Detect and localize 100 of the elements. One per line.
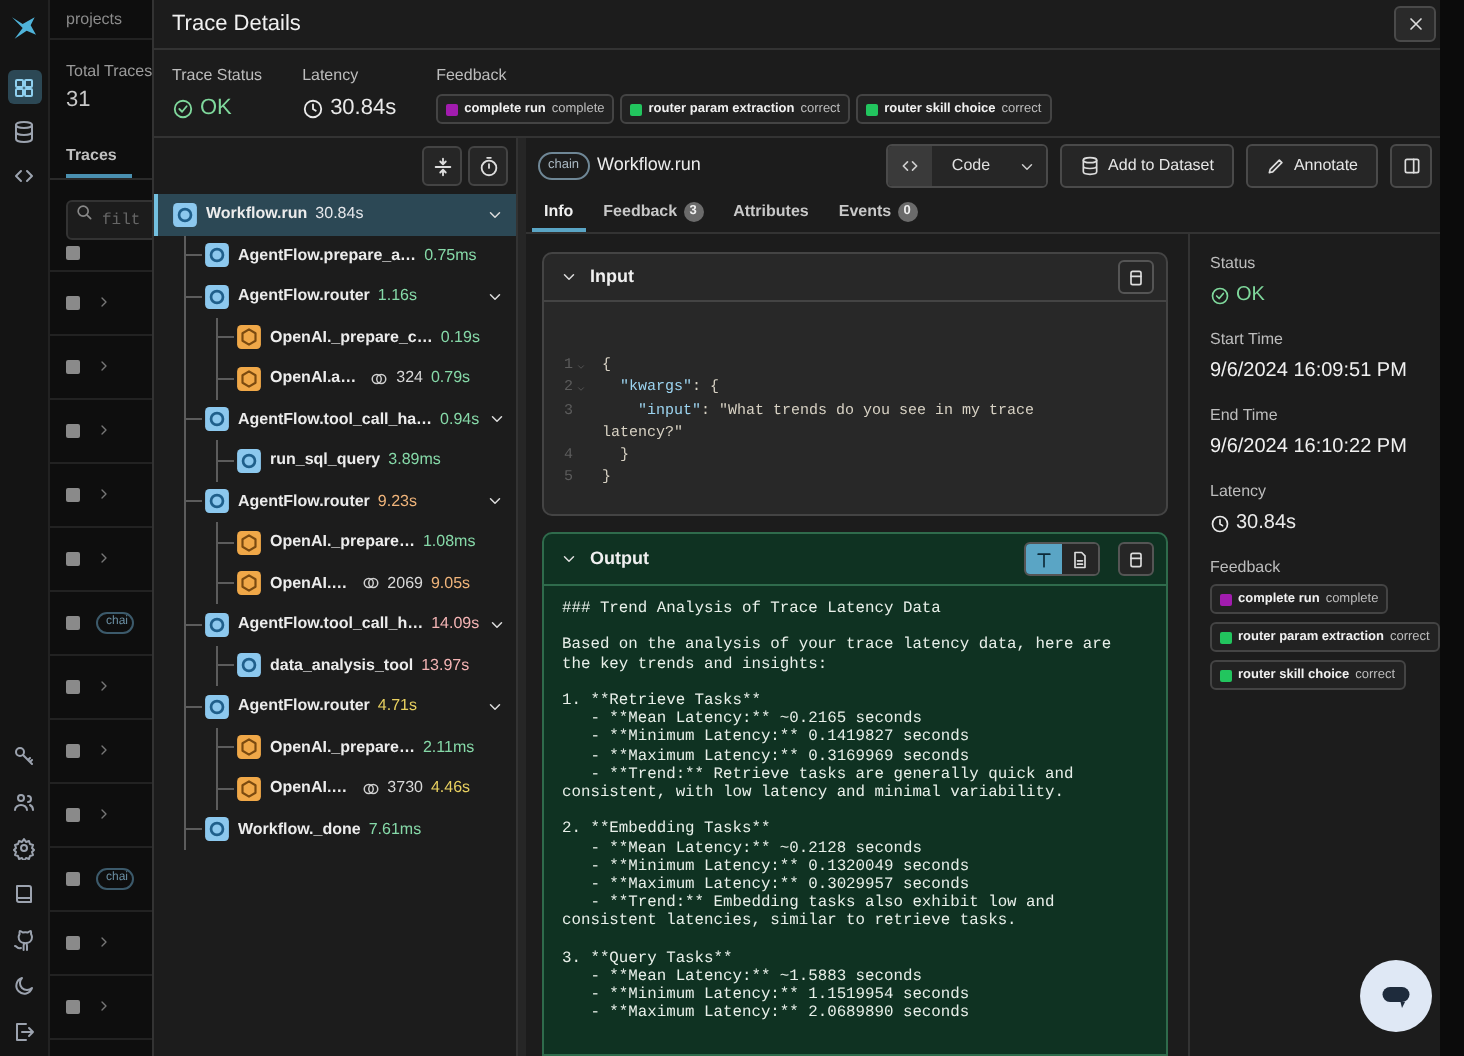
- book-icon[interactable]: [12, 882, 36, 906]
- chevron-right-icon[interactable]: [96, 742, 112, 758]
- clipboard-icon: [1126, 549, 1146, 569]
- chevron-right-icon[interactable]: [96, 294, 112, 310]
- span-tree-row[interactable]: AgentFlow.tool_call_h… 14.09s: [186, 604, 516, 645]
- status-label: Trace Status: [172, 64, 263, 88]
- span-tree-row[interactable]: AgentFlow.router 4.71s: [186, 686, 516, 727]
- span-latency: 9.05s: [430, 571, 471, 596]
- field-label: Latency: [1210, 480, 1269, 504]
- users-icon[interactable]: [12, 790, 36, 814]
- tab[interactable]: Info: [532, 194, 586, 232]
- span-name: OpenAI._prepare…: [270, 530, 415, 555]
- llm-span-icon: [236, 775, 262, 802]
- traces-tab[interactable]: Traces: [66, 143, 133, 177]
- collapse-button[interactable]: [422, 146, 462, 186]
- logout-icon[interactable]: [12, 1020, 36, 1044]
- grid-nav-button[interactable]: [7, 70, 41, 104]
- feedback-label: Feedback: [436, 64, 509, 88]
- chevron-down-icon[interactable]: [560, 550, 578, 568]
- span-tree-row[interactable]: OpenAI._prepare_c… 0.19s: [218, 317, 516, 358]
- chevron-right-icon[interactable]: [96, 550, 112, 566]
- span-name: Workflow.run: [206, 202, 308, 227]
- stopwatch-icon: [477, 155, 499, 177]
- checkbox[interactable]: [66, 871, 80, 885]
- span-latency: 9.23s: [377, 489, 417, 514]
- checkbox[interactable]: [66, 245, 80, 259]
- checkbox[interactable]: [66, 743, 80, 757]
- chevron-right-icon[interactable]: [96, 486, 112, 502]
- copy-button[interactable]: [1118, 260, 1154, 294]
- close-button[interactable]: [1394, 6, 1436, 42]
- span-tree-row[interactable]: OpenAI._prepare… 1.08ms: [218, 522, 516, 563]
- clock-icon: [302, 97, 325, 120]
- text-view-button[interactable]: [1026, 544, 1062, 574]
- checkbox[interactable]: [66, 935, 80, 949]
- checkbox[interactable]: [66, 679, 80, 693]
- token-count: 324: [396, 366, 423, 391]
- token-count-icon: [361, 779, 380, 798]
- span-tree-row[interactable]: AgentFlow.prepare_a… 0.75ms: [186, 235, 516, 276]
- span-tree-row[interactable]: Workflow.run 30.84s: [154, 194, 516, 235]
- grid-icon: [12, 75, 36, 99]
- span-tree-row[interactable]: OpenAI.… 3730 4.46s: [218, 768, 516, 809]
- span-tree-row[interactable]: AgentFlow.router 1.16s: [186, 276, 516, 317]
- span-tree-row[interactable]: OpenAI.… 2069 9.05s: [218, 563, 516, 604]
- span-tree-row[interactable]: AgentFlow.tool_call_ha… 0.94s: [186, 399, 516, 440]
- chain-span-icon: [204, 283, 230, 310]
- pencil-icon: [1265, 156, 1286, 176]
- span-tree-row[interactable]: AgentFlow.router 9.23s: [186, 481, 516, 522]
- document-view-button[interactable]: [1062, 544, 1098, 574]
- code-icon: [899, 156, 920, 176]
- chevron-right-icon[interactable]: [96, 358, 112, 374]
- chevron-right-icon[interactable]: [96, 934, 112, 950]
- database-icon: [1080, 156, 1101, 176]
- span-tree-row[interactable]: OpenAI._prepare… 2.11ms: [218, 727, 516, 768]
- section-title: Input: [590, 263, 634, 290]
- llm-span-icon: [236, 734, 262, 761]
- span-name: AgentFlow.router: [238, 489, 370, 514]
- span-tree-row[interactable]: run_sql_query 3.89ms: [218, 440, 516, 481]
- github-icon[interactable]: [12, 928, 36, 952]
- close-icon: [1405, 14, 1425, 34]
- span-latency: 1.16s: [377, 284, 417, 309]
- checkbox[interactable]: [66, 359, 80, 373]
- chevron-right-icon[interactable]: [96, 998, 112, 1014]
- span-name: OpenAI._prepare_c…: [270, 325, 433, 350]
- copy-button[interactable]: [1118, 542, 1154, 576]
- timing-button[interactable]: [468, 146, 508, 186]
- checkbox[interactable]: [66, 615, 80, 629]
- tab[interactable]: Attributes: [721, 194, 821, 232]
- span-tree-row[interactable]: data_analysis_tool 13.97s: [218, 645, 516, 686]
- span-name: AgentFlow.router: [238, 284, 370, 309]
- view-mode-select[interactable]: Code: [885, 144, 1049, 188]
- key-icon[interactable]: [12, 744, 36, 768]
- add-to-dataset-button[interactable]: Add to Dataset: [1060, 144, 1234, 188]
- span-name: AgentFlow.prepare_a…: [238, 243, 417, 268]
- settings-icon[interactable]: [12, 836, 36, 860]
- collapse-icon: [431, 155, 453, 177]
- field-label: Status: [1210, 252, 1258, 276]
- chevron-right-icon[interactable]: [96, 678, 112, 694]
- span-tree-row[interactable]: OpenAI.a… 324 0.79s: [218, 358, 516, 399]
- chevron-right-icon[interactable]: [96, 806, 112, 822]
- checkbox[interactable]: [66, 295, 80, 309]
- annotate-button[interactable]: Annotate: [1245, 144, 1378, 188]
- checkbox[interactable]: [66, 551, 80, 565]
- moon-icon[interactable]: [12, 974, 36, 998]
- span-latency: 3.89ms: [388, 448, 441, 473]
- span-name: AgentFlow.tool_call_ha…: [238, 407, 433, 432]
- span-tree-row[interactable]: Workflow._done 7.61ms: [186, 809, 516, 850]
- checkbox[interactable]: [66, 807, 80, 821]
- chevron-down-icon[interactable]: [560, 268, 578, 286]
- checkbox[interactable]: [66, 999, 80, 1013]
- chevron-right-icon[interactable]: [96, 422, 112, 438]
- toggle-panel-button[interactable]: [1390, 144, 1432, 188]
- span-latency: 1.08ms: [422, 530, 476, 555]
- token-count: 3730: [387, 776, 423, 801]
- search-field[interactable]: filt: [66, 200, 152, 240]
- span-latency: 0.75ms: [424, 243, 477, 268]
- checkbox[interactable]: [66, 487, 80, 501]
- llm-span-icon: [236, 570, 262, 597]
- span-name: AgentFlow.router: [238, 694, 370, 719]
- breadcrumb-link[interactable]: projects: [66, 7, 123, 31]
- checkbox[interactable]: [66, 423, 80, 437]
